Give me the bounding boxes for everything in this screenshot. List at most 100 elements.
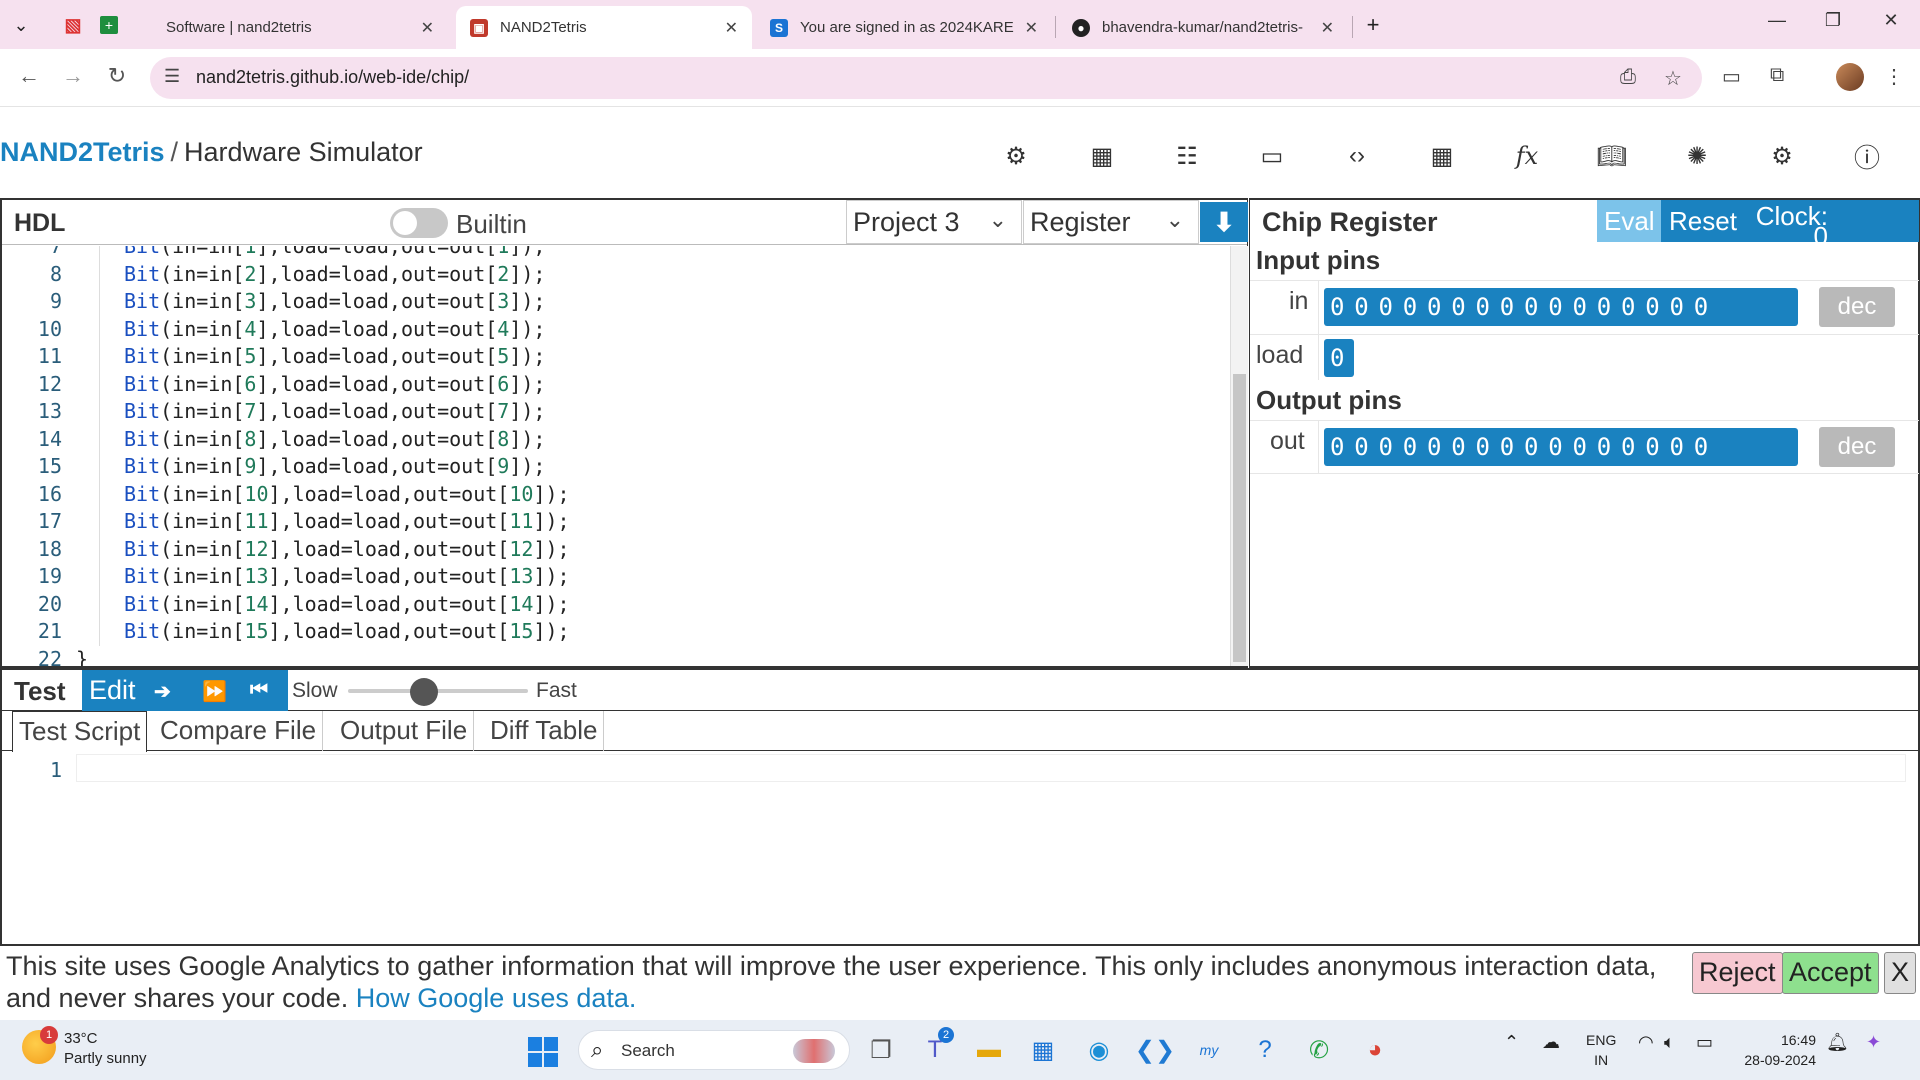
- code-line[interactable]: 17 Bit(in=in[11],load=load,out=out[11]);: [2, 508, 1230, 536]
- book-icon[interactable]: 📖︎: [1596, 140, 1628, 172]
- chip-icon[interactable]: ⚙︎: [1000, 140, 1032, 172]
- volume-icon[interactable]: 🔈︎: [1664, 1032, 1675, 1053]
- tab-search-icon[interactable]: ⌄: [8, 12, 34, 38]
- brand-link[interactable]: NAND2Tetris: [0, 137, 165, 167]
- close-icon[interactable]: ✕: [1025, 18, 1038, 38]
- copilot-icon[interactable]: ✦: [1866, 1032, 1881, 1053]
- code-line[interactable]: 18 Bit(in=in[12],load=load,out=out[12]);: [2, 535, 1230, 563]
- vscode-icon[interactable]: ❮❯: [1135, 1033, 1175, 1067]
- chip-select[interactable]: Register ⌄: [1023, 200, 1199, 244]
- tab-compare-file[interactable]: Compare File: [154, 711, 324, 751]
- extensions-icon[interactable]: ⧉: [1770, 64, 1784, 87]
- system-clock[interactable]: 16:49 28-09-2024: [1740, 1030, 1816, 1070]
- list-icon[interactable]: ☷: [1171, 140, 1203, 172]
- tray-chevron-up-icon[interactable]: ⌃: [1504, 1032, 1519, 1053]
- code-line[interactable]: 7 Bit(in=in[1],load=load,out=out[1]);: [2, 246, 1230, 261]
- bookmark-star-icon[interactable]: ☆: [1664, 66, 1682, 91]
- monitor-icon[interactable]: ▭: [1256, 140, 1288, 172]
- chrome-icon[interactable]: ◕: [1358, 1033, 1392, 1067]
- tab-software-nand2tetris[interactable]: Software | nand2tetris ✕: [152, 6, 448, 49]
- code-line[interactable]: 10 Bit(in=in[4],load=load,out=out[4]);: [2, 315, 1230, 343]
- rewind-icon[interactable]: ⏮: [250, 679, 268, 702]
- code-line[interactable]: 22}: [2, 646, 1230, 667]
- language-indicator[interactable]: ENG IN: [1586, 1030, 1616, 1070]
- forward-icon[interactable]: →: [58, 63, 88, 89]
- taskbar-search[interactable]: ⌕ Search: [578, 1030, 850, 1070]
- site-settings-icon[interactable]: ☰: [164, 66, 180, 87]
- speed-slider-knob[interactable]: [409, 678, 438, 706]
- onedrive-cloud-icon[interactable]: ☁: [1542, 1032, 1560, 1053]
- file-explorer-icon[interactable]: ▬: [972, 1033, 1006, 1067]
- notification-bell-icon[interactable]: 🔔︎: [1826, 1032, 1849, 1053]
- code-line[interactable]: 15 Bit(in=in[9],load=load,out=out[9]);: [2, 453, 1230, 481]
- task-view-icon[interactable]: ❐: [864, 1033, 898, 1067]
- code-line[interactable]: 19 Bit(in=in[13],load=load,out=out[13]);: [2, 563, 1230, 591]
- tab-nand2tetris[interactable]: ▣ NAND2Tetris ✕: [456, 6, 752, 49]
- cast-icon[interactable]: ▭: [1722, 64, 1741, 89]
- code-line[interactable]: 9 Bit(in=in[3],load=load,out=out[3]);: [2, 288, 1230, 316]
- pinned-tab-app-icon[interactable]: ▧: [60, 12, 86, 38]
- grid-icon[interactable]: ▦: [1426, 140, 1458, 172]
- reload-icon[interactable]: ↻: [102, 63, 132, 89]
- function-icon[interactable]: fx: [1511, 140, 1543, 172]
- omnibox[interactable]: ☰ nand2tetris.github.io/web-ide/chip/ ⎙ …: [150, 57, 1702, 99]
- minimize-icon[interactable]: —: [1762, 10, 1792, 31]
- close-icon[interactable]: ✕: [725, 18, 738, 38]
- download-icon[interactable]: ⬇: [1200, 202, 1248, 242]
- battery-icon[interactable]: ▭: [1696, 1032, 1713, 1053]
- edge-icon[interactable]: ◉: [1082, 1033, 1116, 1067]
- code-line[interactable]: 16 Bit(in=in[10],load=load,out=out[10]);: [2, 480, 1230, 508]
- info-icon[interactable]: ⓘ: [1851, 140, 1883, 173]
- step-icon[interactable]: ➔: [154, 679, 171, 704]
- install-app-icon[interactable]: ⎙: [1620, 66, 1636, 89]
- myhp-icon[interactable]: my: [1192, 1033, 1226, 1067]
- wifi-icon[interactable]: ◠: [1638, 1032, 1654, 1053]
- reject-button[interactable]: Reject: [1692, 952, 1783, 994]
- edit-button[interactable]: Edit: [89, 675, 136, 706]
- code-line[interactable]: 21 Bit(in=in[15],load=load,out=out[15]);: [2, 618, 1230, 646]
- test-script-editor[interactable]: 1: [2, 752, 1918, 944]
- whatsapp-icon[interactable]: ✆: [1302, 1033, 1336, 1067]
- scrollbar-thumb[interactable]: [1233, 374, 1246, 662]
- tab-test-script[interactable]: Test Script: [12, 711, 148, 752]
- tab-diff-table[interactable]: Diff Table: [484, 711, 605, 751]
- url-text[interactable]: nand2tetris.github.io/web-ide/chip/: [196, 67, 469, 88]
- code-icon[interactable]: ‹›: [1341, 140, 1373, 172]
- code-line[interactable]: 20 Bit(in=in[14],load=load,out=out[14]);: [2, 590, 1230, 618]
- format-button[interactable]: dec: [1819, 427, 1895, 467]
- bug-icon[interactable]: ✺: [1681, 140, 1713, 172]
- code-line[interactable]: 8 Bit(in=in[2],load=load,out=out[2]);: [2, 260, 1230, 288]
- back-icon[interactable]: ←: [14, 63, 44, 89]
- hdl-code-editor[interactable]: 7 Bit(in=in[1],load=load,out=out[1]); 8 Bit…: [2, 246, 1230, 666]
- tab-output-file[interactable]: Output File: [334, 711, 475, 751]
- tab-signed-in[interactable]: S You are signed in as 2024KARE ✕: [756, 6, 1052, 49]
- code-line[interactable]: 14 Bit(in=in[8],load=load,out=out[8]);: [2, 425, 1230, 453]
- pinned-tab-sheets-icon[interactable]: +: [96, 12, 122, 38]
- new-tab-icon[interactable]: +: [1360, 12, 1386, 38]
- restore-icon[interactable]: ❐: [1818, 10, 1848, 31]
- builtin-toggle[interactable]: [390, 208, 448, 238]
- code-line[interactable]: 11 Bit(in=in[5],load=load,out=out[5]);: [2, 343, 1230, 371]
- editor-scrollbar[interactable]: [1230, 246, 1248, 666]
- windows-start-icon[interactable]: [528, 1037, 558, 1067]
- close-banner-button[interactable]: X: [1884, 952, 1917, 994]
- pin-bits-in[interactable]: 0000000000000000: [1324, 288, 1798, 326]
- close-icon[interactable]: ✕: [1321, 18, 1334, 38]
- window-close-icon[interactable]: ✕: [1876, 10, 1906, 31]
- reset-button[interactable]: Reset: [1669, 206, 1737, 237]
- cpu-icon[interactable]: ▦: [1086, 140, 1118, 172]
- eval-button[interactable]: Eval: [1597, 200, 1661, 242]
- code-line[interactable]: 13 Bit(in=in[7],load=load,out=out[7]);: [2, 398, 1230, 426]
- help-icon[interactable]: ?: [1248, 1033, 1282, 1067]
- google-data-link[interactable]: How Google uses data.: [356, 983, 637, 1013]
- store-icon[interactable]: ▦: [1026, 1033, 1060, 1067]
- profile-avatar[interactable]: [1836, 63, 1864, 91]
- tab-github-repo[interactable]: ● bhavendra-kumar/nand2tetris- ✕: [1058, 6, 1348, 49]
- fast-forward-icon[interactable]: ⏩: [202, 679, 227, 704]
- browser-menu-icon[interactable]: ⋮: [1884, 64, 1904, 89]
- speed-slider-track[interactable]: [348, 689, 528, 693]
- pin-bits-load[interactable]: 0: [1324, 339, 1354, 377]
- teams-icon[interactable]: T2: [918, 1027, 954, 1067]
- project-select[interactable]: Project 3 ⌄: [846, 200, 1022, 244]
- format-button[interactable]: dec: [1819, 287, 1895, 327]
